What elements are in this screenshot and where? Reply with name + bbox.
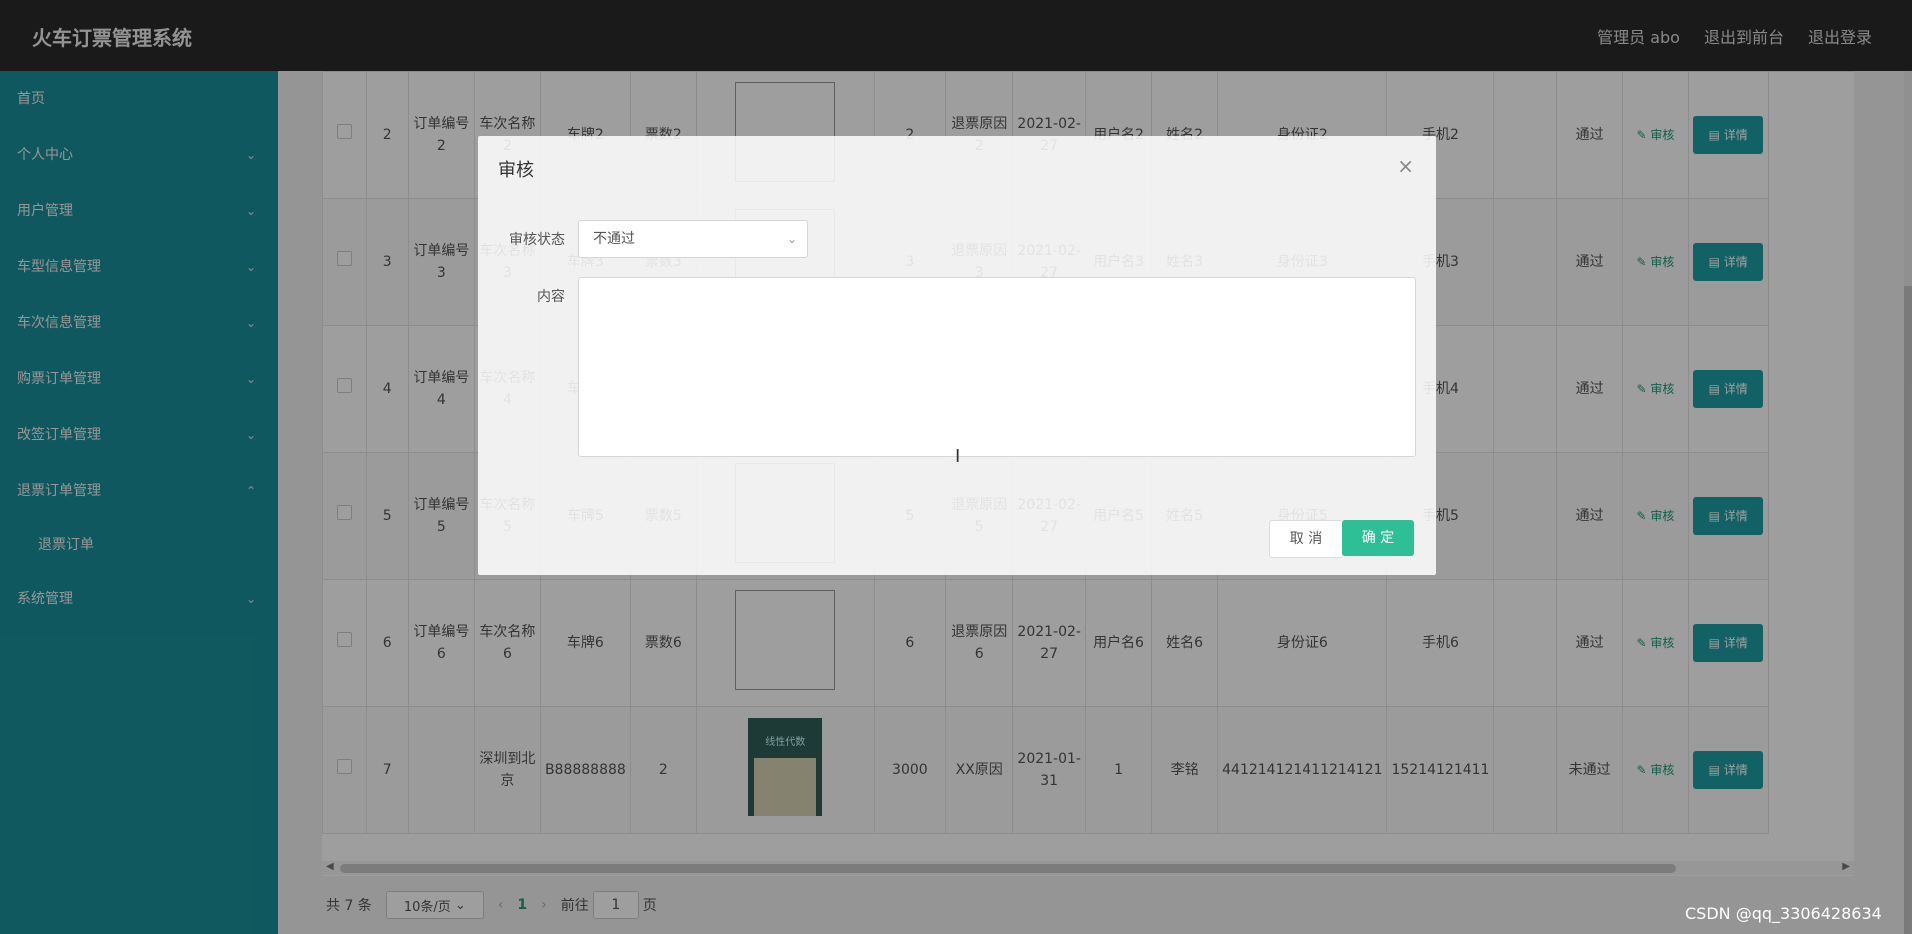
text-cursor-icon: I xyxy=(955,446,961,467)
watermark: CSDN @qq_3306428634 xyxy=(1685,904,1882,923)
audit-status-select[interactable]: 不通过 ⌄ xyxy=(578,220,808,258)
close-icon[interactable]: × xyxy=(1397,154,1414,178)
confirm-button[interactable]: 确 定 xyxy=(1342,520,1414,556)
content-textarea[interactable] xyxy=(578,277,1416,457)
cancel-button[interactable]: 取 消 xyxy=(1269,520,1343,558)
audit-status-label: 审核状态 xyxy=(509,232,565,248)
content-label: 内容 xyxy=(537,289,565,305)
audit-dialog: 审核 × 审核状态 不通过 ⌄ 内容 取 消 确 定 xyxy=(478,136,1436,575)
dialog-title: 审核 xyxy=(498,160,534,181)
chevron-down-icon: ⌄ xyxy=(786,232,797,246)
